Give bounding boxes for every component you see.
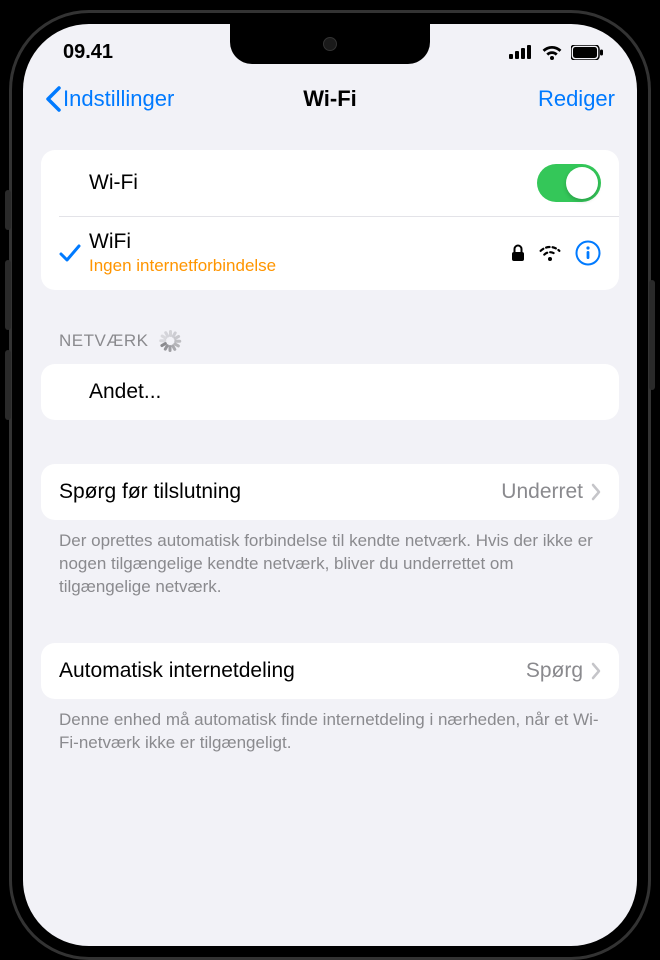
page-title: Wi-Fi bbox=[303, 86, 357, 112]
nav-bar: Indstillinger Wi-Fi Rediger bbox=[23, 80, 637, 122]
wifi-toggle[interactable] bbox=[537, 164, 601, 202]
side-button bbox=[649, 280, 655, 390]
back-button[interactable]: Indstillinger bbox=[45, 86, 174, 112]
wifi-toggle-label: Wi-Fi bbox=[89, 171, 537, 195]
connected-network-row[interactable]: WiFi Ingen internetforbindelse bbox=[41, 216, 619, 290]
other-network-row[interactable]: Andet... bbox=[41, 364, 619, 420]
wifi-toggle-row[interactable]: Wi-Fi bbox=[41, 150, 619, 216]
wifi-icon bbox=[541, 44, 563, 60]
auto-hotspot-label: Automatisk internetdeling bbox=[59, 659, 526, 683]
notch bbox=[230, 24, 430, 64]
network-name: WiFi bbox=[89, 230, 511, 254]
cellular-icon bbox=[509, 45, 533, 59]
network-status: Ingen internetforbindelse bbox=[89, 256, 511, 276]
lock-icon bbox=[511, 244, 525, 262]
wifi-group: Wi-Fi WiFi Ingen internetforbindelse bbox=[41, 150, 619, 290]
wifi-signal-icon bbox=[539, 245, 561, 261]
ask-to-join-footer: Der oprettes automatisk forbindelse til … bbox=[41, 520, 619, 599]
auto-hotspot-group: Automatisk internetdeling Spørg bbox=[41, 643, 619, 699]
spinner-icon bbox=[158, 330, 180, 352]
auto-hotspot-value: Spørg bbox=[526, 659, 583, 683]
networks-header: NETVÆRK bbox=[41, 302, 619, 360]
battery-icon bbox=[571, 45, 603, 60]
ask-to-join-value: Underret bbox=[501, 480, 583, 504]
status-time: 09.41 bbox=[63, 41, 113, 64]
screen: 09.41 bbox=[23, 24, 637, 946]
checkmark-icon bbox=[59, 243, 89, 263]
device-frame: 09.41 bbox=[9, 10, 651, 960]
chevron-right-icon bbox=[591, 662, 601, 680]
mute-switch bbox=[5, 190, 11, 230]
ask-to-join-group: Spørg før tilslutning Underret bbox=[41, 464, 619, 520]
networks-header-label: NETVÆRK bbox=[59, 331, 148, 351]
auto-hotspot-row[interactable]: Automatisk internetdeling Spørg bbox=[41, 643, 619, 699]
content: Wi-Fi WiFi Ingen internetforbindelse bbox=[23, 150, 637, 755]
volume-up-button bbox=[5, 260, 11, 330]
chevron-left-icon bbox=[45, 86, 61, 112]
info-icon[interactable] bbox=[575, 240, 601, 266]
edit-button[interactable]: Rediger bbox=[538, 86, 615, 112]
chevron-right-icon bbox=[591, 483, 601, 501]
volume-down-button bbox=[5, 350, 11, 420]
auto-hotspot-footer: Denne enhed må automatisk finde internet… bbox=[41, 699, 619, 755]
back-label: Indstillinger bbox=[63, 86, 174, 112]
status-indicators bbox=[509, 44, 603, 60]
networks-group: Andet... bbox=[41, 364, 619, 420]
ask-to-join-row[interactable]: Spørg før tilslutning Underret bbox=[41, 464, 619, 520]
other-network-label: Andet... bbox=[89, 380, 601, 404]
ask-to-join-label: Spørg før tilslutning bbox=[59, 480, 501, 504]
